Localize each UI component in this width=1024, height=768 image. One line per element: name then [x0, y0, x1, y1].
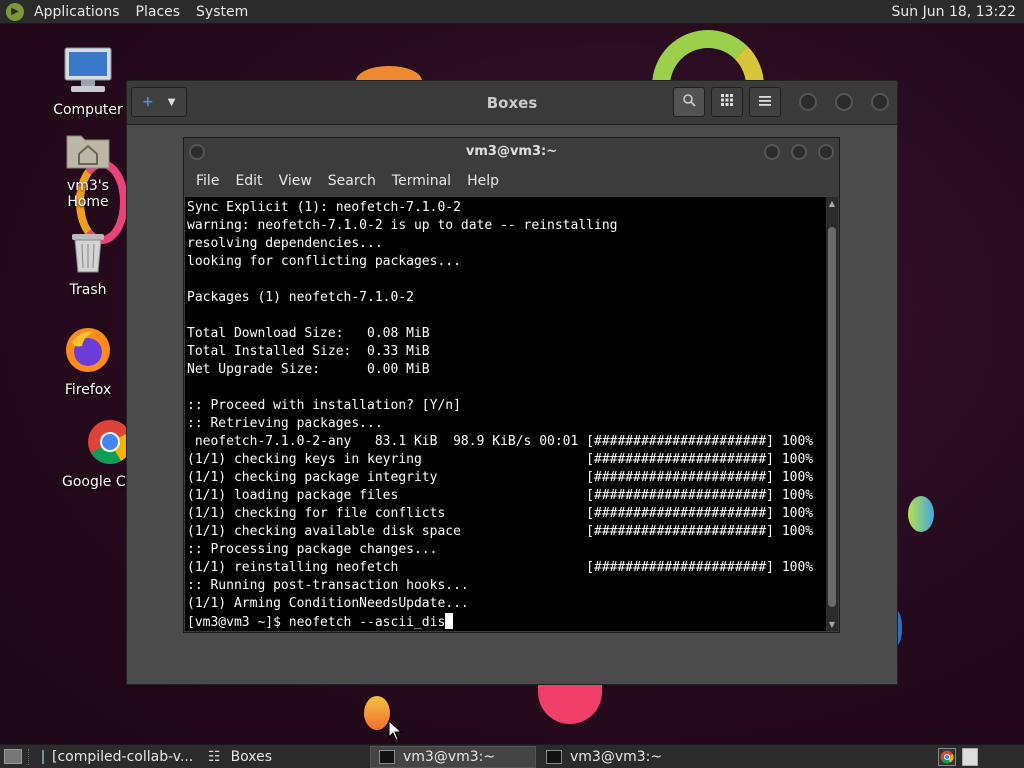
menu-edit[interactable]: Edit: [227, 173, 270, 189]
main-menu-button[interactable]: [749, 87, 781, 117]
terminal-line: :: Retrieving packages...: [187, 416, 383, 431]
taskbar-item-boxes[interactable]: ☷ Boxes: [200, 746, 366, 768]
desktop-icon-label: vm3's Home: [67, 178, 109, 210]
menu-system[interactable]: System: [188, 0, 256, 24]
taskbar-item-label: vm3@vm3:~: [403, 749, 496, 765]
terminal-icon: [379, 750, 395, 764]
minimize-button[interactable]: [799, 93, 817, 111]
taskbar-item-files[interactable]: [compiled-collab-v...: [34, 746, 196, 768]
wallpaper-dot-decoration: [908, 496, 934, 532]
menu-terminal[interactable]: Terminal: [384, 173, 459, 189]
terminal-line: :: Proceed with installation? [Y/n]: [187, 398, 461, 413]
scrollbar-thumb[interactable]: [828, 227, 836, 607]
menu-help[interactable]: Help: [459, 173, 507, 189]
menu-applications[interactable]: Applications: [26, 0, 128, 24]
hamburger-menu-icon: [759, 95, 771, 110]
terminal-line: Packages (1) neofetch-7.1.0-2: [187, 290, 414, 305]
terminal-line: Total Installed Size: 0.33 MiB: [187, 344, 430, 359]
terminal-line: (1/1) checking keys in keyring [########…: [187, 452, 814, 467]
desktop-icon-label: Firefox: [64, 382, 112, 398]
wallpaper-dot-decoration: [538, 684, 602, 724]
close-button[interactable]: [871, 93, 889, 111]
terminal-line: (1/1) checking for file conflicts [#####…: [187, 506, 814, 521]
bottom-taskbar: [compiled-collab-v... ☷ Boxes vm3@vm3:~ …: [0, 744, 1024, 768]
terminal-titlebar[interactable]: vm3@vm3:~: [184, 138, 839, 166]
terminal-line: (1/1) loading package files [###########…: [187, 488, 814, 503]
close-button[interactable]: [818, 144, 834, 160]
maximize-button[interactable]: [791, 144, 807, 160]
terminal-line: Net Upgrade Size: 0.00 MiB: [187, 362, 430, 377]
search-button[interactable]: [673, 87, 705, 117]
workspace-switcher[interactable]: [962, 748, 978, 766]
home-folder-icon: [48, 130, 128, 174]
taskbar-item-label: [compiled-collab-v...: [52, 749, 194, 765]
files-icon: [42, 750, 44, 764]
desktop-icon-home[interactable]: vm3's Home: [48, 130, 128, 210]
terminal-icon: [546, 750, 562, 764]
terminal-line: (1/1) reinstalling neofetch [###########…: [187, 560, 814, 575]
terminal-line: looking for conflicting packages...: [187, 254, 461, 269]
typed-command[interactable]: neofetch --ascii_dis: [289, 615, 446, 630]
desktop-icon-computer[interactable]: Computer: [48, 46, 128, 118]
menu-file[interactable]: File: [188, 173, 227, 189]
terminal-window: vm3@vm3:~ File Edit View Search Terminal…: [183, 137, 840, 633]
terminal-line: Sync Explicit (1): neofetch-7.1.0-2: [187, 200, 461, 215]
desktop-icon-trash[interactable]: Trash: [48, 230, 128, 298]
boxes-title: Boxes: [486, 94, 538, 112]
scroll-up-icon[interactable]: ▲: [826, 199, 838, 208]
terminal-line: (1/1) checking available disk space [###…: [187, 524, 814, 539]
minimize-button[interactable]: [764, 144, 780, 160]
chrome-tray-icon[interactable]: [938, 748, 956, 766]
shell-prompt: [vm3@vm3 ~]$: [187, 615, 289, 630]
terminal-line: :: Running post-transaction hooks...: [187, 578, 469, 593]
menu-places[interactable]: Places: [128, 0, 189, 24]
taskbar-item-terminal[interactable]: vm3@vm3:~: [538, 746, 704, 768]
terminal-line: (1/1) Arming ConditionNeedsUpdate...: [187, 596, 469, 611]
menu-view[interactable]: View: [271, 173, 320, 189]
terminal-line: :: Processing package changes...: [187, 542, 438, 557]
computer-icon: [48, 46, 128, 98]
desktop-icon-label: Computer: [53, 102, 123, 118]
mate-logo-icon[interactable]: ▶: [6, 2, 24, 21]
desktop-icon-firefox[interactable]: Firefox: [48, 326, 128, 398]
mouse-pointer-icon: [388, 719, 403, 746]
terminal-prompt-line[interactable]: [vm3@vm3 ~]$ neofetch --ascii_dis: [187, 613, 828, 631]
terminal-line: resolving dependencies...: [187, 236, 383, 251]
boxes-headerbar[interactable]: + ▼ Boxes: [127, 81, 897, 125]
taskbar-item-label: Boxes: [230, 749, 273, 765]
panel-separator: [28, 749, 29, 765]
terminal-title: vm3@vm3:~: [465, 144, 558, 159]
clock[interactable]: Sun Jun 18, 13:22: [892, 0, 1016, 24]
terminal-line: warning: neofetch-7.1.0-2 is up to date …: [187, 218, 618, 233]
show-desktop-icon[interactable]: [4, 749, 22, 764]
search-icon: [682, 93, 696, 111]
grid-view-button[interactable]: [711, 87, 743, 117]
grid-view-icon: [721, 94, 733, 110]
wallpaper-dot-decoration: [364, 696, 390, 730]
trash-icon: [48, 230, 128, 278]
firefox-icon: [48, 326, 128, 378]
terminal-scrollbar[interactable]: ▲ ▼: [826, 197, 838, 631]
scroll-down-icon[interactable]: ▼: [826, 620, 838, 629]
taskbar-item-terminal-active[interactable]: vm3@vm3:~: [370, 746, 536, 768]
top-panel: ▶ Applications Places System Sun Jun 18,…: [0, 0, 1024, 24]
taskbar-item-label: vm3@vm3:~: [570, 749, 663, 765]
text-cursor: [445, 613, 454, 629]
boxes-icon: ☷: [208, 749, 221, 765]
menu-search[interactable]: Search: [320, 173, 384, 189]
desktop-icon-label: Trash: [69, 282, 107, 298]
terminal-line: (1/1) checking package integrity [######…: [187, 470, 814, 485]
terminal-output[interactable]: Sync Explicit (1): neofetch-7.1.0-2 warni…: [185, 197, 828, 631]
maximize-button[interactable]: [835, 93, 853, 111]
terminal-line: neofetch-7.1.0-2-any 83.1 KiB 98.9 KiB/s…: [187, 434, 814, 449]
terminal-menubar: File Edit View Search Terminal Help: [184, 166, 839, 196]
terminal-line: Total Download Size: 0.08 MiB: [187, 326, 430, 341]
